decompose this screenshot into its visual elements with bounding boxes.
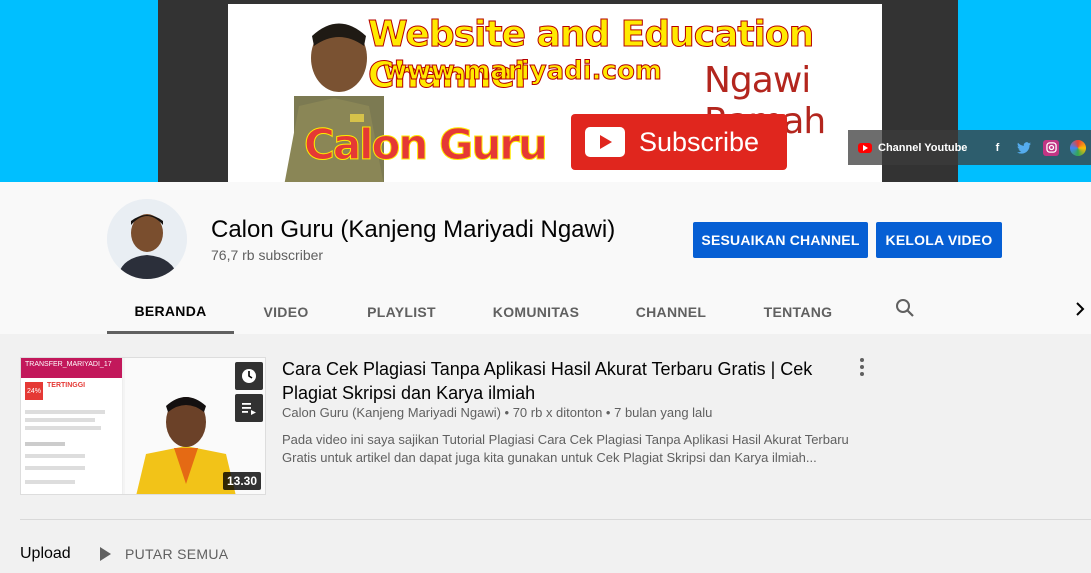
- banner-calon-guru: Calon Guru: [304, 120, 549, 170]
- banner-link-label[interactable]: Channel Youtube: [878, 142, 967, 154]
- play-all-label: PUTAR SEMUA: [125, 546, 229, 562]
- chevron-right-icon[interactable]: [1072, 299, 1088, 319]
- banner-url: www.mariyadi.com: [383, 56, 663, 87]
- section-title[interactable]: Upload: [20, 545, 71, 563]
- youtube-icon[interactable]: [858, 142, 872, 153]
- video-thumbnail[interactable]: TRANSFER_MARIYADI_17 24% TERTINGGI 13.30: [20, 357, 266, 495]
- facebook-icon[interactable]: f: [989, 140, 1005, 156]
- tab-video[interactable]: VIDEO: [234, 290, 338, 334]
- thumbnail-panel: TRANSFER_MARIYADI_17 24% TERTINGGI: [21, 358, 123, 494]
- channel-name: Calon Guru (Kanjeng Mariyadi Ngawi): [211, 216, 616, 243]
- more-options-icon[interactable]: [855, 356, 869, 378]
- video-description: Pada video ini saya sajikan Tutorial Pla…: [282, 432, 849, 465]
- tab-playlist[interactable]: PLAYLIST: [338, 290, 465, 334]
- watch-later-icon[interactable]: [235, 362, 263, 390]
- customize-channel-button[interactable]: SESUAIKAN CHANNEL: [693, 222, 868, 258]
- channel-tabs: BERANDA VIDEO PLAYLIST KOMUNITAS CHANNEL…: [107, 290, 861, 334]
- add-to-queue-icon[interactable]: [235, 394, 263, 422]
- thumbnail-risk-label: TERTINGGI: [47, 382, 86, 389]
- banner-subscribe-graphic: Subscribe: [571, 114, 787, 170]
- avatar[interactable]: [107, 199, 187, 279]
- video-duration: 13.30: [222, 472, 261, 490]
- manage-videos-button[interactable]: KELOLA VIDEO: [876, 222, 1002, 258]
- channel-banner: Website and Education Channel www.mariya…: [0, 0, 1091, 182]
- channel-content: TRANSFER_MARIYADI_17 24% TERTINGGI 13.30…: [0, 334, 1091, 573]
- pinwheel-icon[interactable]: [1070, 139, 1087, 156]
- tab-komunitas[interactable]: KOMUNITAS: [465, 290, 607, 334]
- search-icon[interactable]: [893, 296, 917, 320]
- play-icon: [100, 547, 111, 561]
- twitter-icon[interactable]: [1016, 140, 1032, 156]
- play-icon: [585, 127, 625, 157]
- tab-tentang[interactable]: TENTANG: [735, 290, 861, 334]
- tab-channel[interactable]: CHANNEL: [607, 290, 735, 334]
- channel-header: Calon Guru (Kanjeng Mariyadi Ngawi) 76,7…: [0, 182, 1091, 334]
- instagram-icon[interactable]: [1043, 139, 1060, 156]
- banner-subscribe-text: Subscribe: [639, 126, 760, 157]
- thumbnail-header: TRANSFER_MARIYADI_17: [21, 358, 122, 378]
- avatar-image: [107, 199, 187, 279]
- thumbnail-percent: 24%: [25, 382, 43, 400]
- play-all-button[interactable]: PUTAR SEMUA: [100, 546, 228, 562]
- subscriber-count: 76,7 rb subscriber: [211, 247, 324, 263]
- section-divider: [20, 519, 1091, 520]
- video-meta: Calon Guru (Kanjeng Mariyadi Ngawi) • 70…: [282, 405, 713, 420]
- banner-links-bar: Channel Youtube f: [848, 130, 1091, 165]
- thumbnail-risk: TERTINGGI: [47, 382, 85, 389]
- tab-beranda[interactable]: BERANDA: [107, 290, 234, 334]
- banner-art: Website and Education Channel www.mariya…: [228, 4, 882, 182]
- video-title[interactable]: Cara Cek Plagiasi Tanpa Aplikasi Hasil A…: [282, 357, 842, 405]
